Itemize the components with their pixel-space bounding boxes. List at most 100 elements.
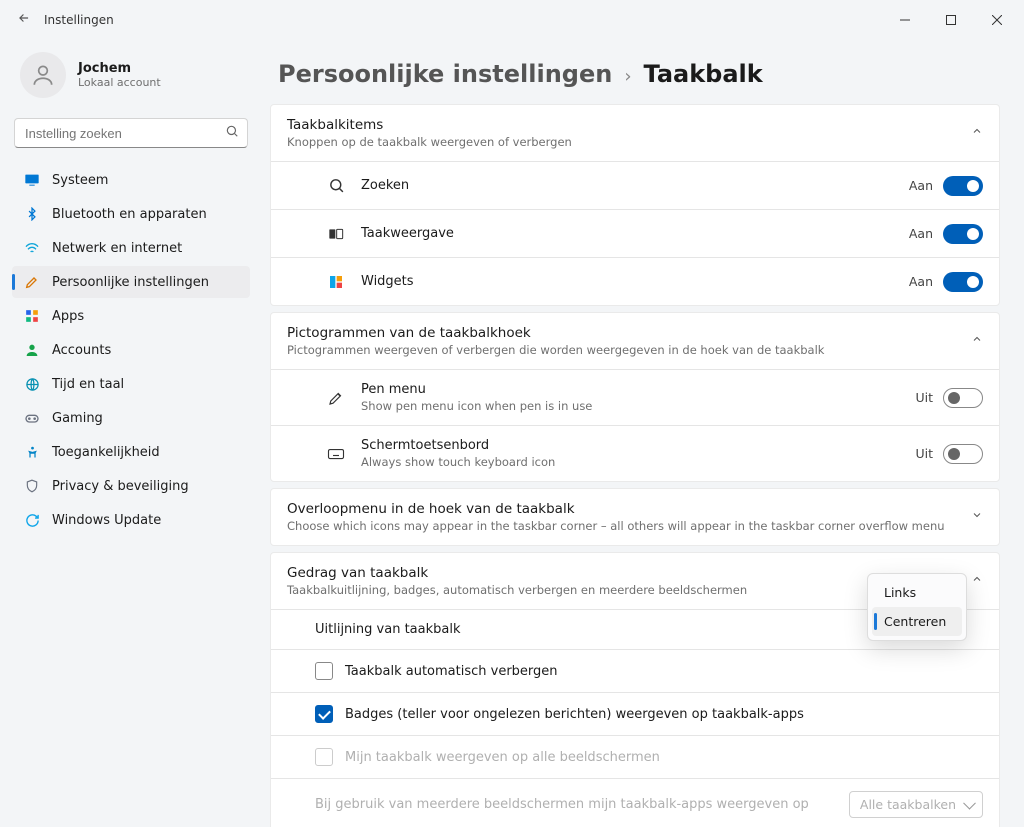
- section-subtitle: Pictogrammen weergeven of verbergen die …: [287, 343, 824, 357]
- sidebar-item-apps[interactable]: Apps: [12, 300, 250, 332]
- row-label: Widgets: [361, 274, 414, 289]
- sidebar-item-personalization[interactable]: Persoonlijke instellingen: [12, 266, 250, 298]
- sidebar-item-label: Windows Update: [52, 513, 161, 528]
- update-icon: [24, 512, 40, 528]
- search-icon: [225, 124, 239, 142]
- maximize-button[interactable]: [928, 0, 974, 40]
- section-header-overflow[interactable]: Overloopmenu in de hoek van de taakbalk …: [271, 489, 999, 545]
- sidebar-item-time-language[interactable]: Tijd en taal: [12, 368, 250, 400]
- sidebar-item-bluetooth[interactable]: Bluetooth en apparaten: [12, 198, 250, 230]
- section-header-items[interactable]: Taakbalkitems Knoppen op de taakbalk wee…: [271, 105, 999, 161]
- sidebar-item-label: Tijd en taal: [52, 377, 124, 392]
- accessibility-icon: [24, 444, 40, 460]
- alignment-dropdown[interactable]: Links Centreren: [867, 573, 967, 641]
- option-auto-hide[interactable]: Taakbalk automatisch verbergen: [271, 649, 999, 692]
- section-title: Overloopmenu in de hoek van de taakbalk: [287, 501, 945, 517]
- toggle-row-widgets: Widgets Aan: [271, 257, 999, 305]
- toggle-taskview[interactable]: [943, 224, 983, 244]
- chevron-up-icon: [971, 333, 983, 349]
- sidebar-item-label: Apps: [52, 309, 84, 324]
- toggle-row-touchkeyboard: Schermtoetsenbord Always show touch keyb…: [271, 425, 999, 481]
- toggle-search[interactable]: [943, 176, 983, 196]
- taskview-icon: [323, 226, 349, 242]
- section-overflow: Overloopmenu in de hoek van de taakbalk …: [270, 488, 1000, 546]
- apps-icon: [24, 308, 40, 324]
- row-label: Zoeken: [361, 178, 409, 193]
- breadcrumb-parent[interactable]: Persoonlijke instellingen: [278, 60, 612, 88]
- title-bar: Instellingen: [0, 0, 1024, 40]
- chevron-down-icon: [971, 509, 983, 525]
- sidebar-item-label: Gaming: [52, 411, 103, 426]
- section-behavior: Gedrag van taakbalk Taakbalkuitlijning, …: [270, 552, 1000, 827]
- user-block[interactable]: Jochem Lokaal account: [12, 40, 250, 118]
- globe-icon: [24, 376, 40, 392]
- sidebar: Jochem Lokaal account Systeem Bluetooth …: [0, 40, 262, 827]
- toggle-pen[interactable]: [943, 388, 983, 408]
- sidebar-item-accessibility[interactable]: Toegankelijkheid: [12, 436, 250, 468]
- sidebar-item-label: Bluetooth en apparaten: [52, 207, 207, 222]
- pen-icon: [323, 389, 349, 407]
- user-name: Jochem: [78, 61, 161, 76]
- checkbox-auto-hide[interactable]: [315, 662, 333, 680]
- gaming-icon: [24, 410, 40, 426]
- row-label: Schermtoetsenbord: [361, 438, 555, 453]
- sidebar-item-label: Toegankelijkheid: [52, 445, 160, 460]
- chevron-right-icon: ›: [624, 66, 631, 87]
- row-label: Pen menu: [361, 382, 592, 397]
- section-taskbar-items: Taakbalkitems Knoppen op de taakbalk wee…: [270, 104, 1000, 306]
- user-account-type: Lokaal account: [78, 76, 161, 89]
- toggle-row-pen: Pen menu Show pen menu icon when pen is …: [271, 369, 999, 425]
- toggle-touchkeyboard[interactable]: [943, 444, 983, 464]
- option-multi-display: Bij gebruik van meerdere beeldschermen m…: [271, 778, 999, 827]
- toggle-state: Aan: [909, 274, 933, 289]
- back-button[interactable]: [4, 11, 44, 29]
- sidebar-item-label: Accounts: [52, 343, 111, 358]
- alignment-label: Uitlijning van taakbalk: [315, 622, 460, 637]
- row-label: Taakweergave: [361, 226, 454, 241]
- toggle-widgets[interactable]: [943, 272, 983, 292]
- multi-display-select: Alle taakbalken: [849, 791, 983, 818]
- option-all-displays: Mijn taakbalk weergeven op alle beeldsch…: [271, 735, 999, 778]
- section-subtitle: Knoppen op de taakbalk weergeven of verb…: [287, 135, 572, 149]
- toggle-row-search: Zoeken Aan: [271, 161, 999, 209]
- section-subtitle: Choose which icons may appear in the tas…: [287, 519, 945, 533]
- option-label: Mijn taakbalk weergeven op alle beeldsch…: [345, 750, 660, 765]
- row-sublabel: Always show touch keyboard icon: [361, 455, 555, 469]
- option-label: Taakbalk automatisch verbergen: [345, 664, 558, 679]
- section-header-corner[interactable]: Pictogrammen van de taakbalkhoek Pictogr…: [271, 313, 999, 369]
- system-icon: [24, 172, 40, 188]
- sidebar-item-gaming[interactable]: Gaming: [12, 402, 250, 434]
- checkbox-badges[interactable]: [315, 705, 333, 723]
- keyboard-icon: [323, 445, 349, 463]
- main-content: Persoonlijke instellingen › Taakbalk Taa…: [262, 40, 1024, 827]
- search-box[interactable]: [14, 118, 248, 148]
- search-input[interactable]: [23, 125, 225, 142]
- sidebar-item-label: Systeem: [52, 173, 108, 188]
- breadcrumb: Persoonlijke instellingen › Taakbalk: [270, 40, 1000, 104]
- sidebar-item-network[interactable]: Netwerk en internet: [12, 232, 250, 264]
- checkbox-all-displays: [315, 748, 333, 766]
- section-title: Gedrag van taakbalk: [287, 565, 747, 581]
- toggle-row-taskview: Taakweergave Aan: [271, 209, 999, 257]
- option-label: Badges (teller voor ongelezen berichten)…: [345, 707, 804, 722]
- avatar: [20, 52, 66, 98]
- sidebar-item-system[interactable]: Systeem: [12, 164, 250, 196]
- search-icon: [323, 177, 349, 194]
- sidebar-item-privacy[interactable]: Privacy & beveiliging: [12, 470, 250, 502]
- align-option-center[interactable]: Centreren: [872, 607, 962, 636]
- chevron-up-icon: [971, 573, 983, 589]
- close-button[interactable]: [974, 0, 1020, 40]
- toggle-state: Uit: [915, 390, 933, 405]
- sidebar-item-accounts[interactable]: Accounts: [12, 334, 250, 366]
- option-badges[interactable]: Badges (teller voor ongelezen berichten)…: [271, 692, 999, 735]
- section-title: Taakbalkitems: [287, 117, 572, 133]
- section-subtitle: Taakbalkuitlijning, badges, automatisch …: [287, 583, 747, 597]
- sidebar-item-update[interactable]: Windows Update: [12, 504, 250, 536]
- bluetooth-icon: [24, 206, 40, 222]
- chevron-up-icon: [971, 125, 983, 141]
- sidebar-item-label: Persoonlijke instellingen: [52, 275, 209, 290]
- personalization-icon: [24, 274, 40, 290]
- align-option-left[interactable]: Links: [872, 578, 962, 607]
- section-corner-icons: Pictogrammen van de taakbalkhoek Pictogr…: [270, 312, 1000, 482]
- minimize-button[interactable]: [882, 0, 928, 40]
